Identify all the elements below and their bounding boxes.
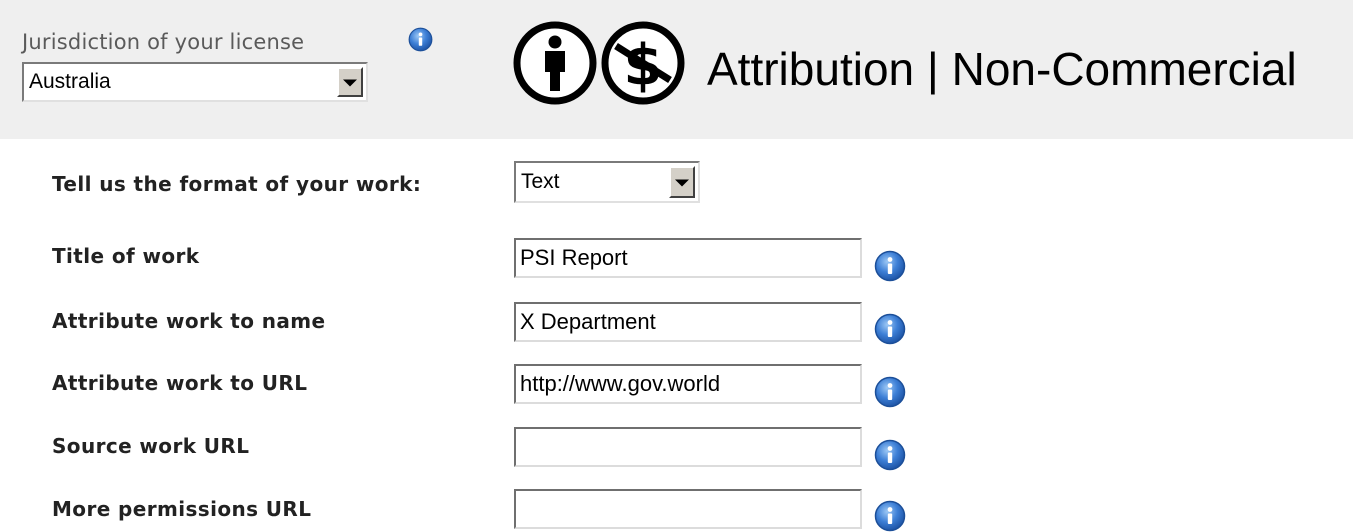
- info-icon[interactable]: [874, 313, 906, 345]
- jurisdiction-select[interactable]: Australia: [22, 62, 368, 102]
- attribution-icon: [513, 21, 597, 105]
- info-icon[interactable]: [874, 500, 906, 532]
- info-icon[interactable]: [874, 439, 906, 471]
- source-url-label: Source work URL: [52, 434, 250, 458]
- license-icons: $: [513, 21, 685, 105]
- format-select[interactable]: Text: [514, 161, 700, 203]
- format-label: Tell us the format of your work:: [52, 172, 422, 196]
- jurisdiction-label: Jurisdiction of your license: [22, 30, 305, 54]
- license-header: Jurisdiction of your license Australia $…: [0, 0, 1353, 139]
- jurisdiction-value: Australia: [29, 70, 111, 93]
- attribute-url-label: Attribute work to URL: [52, 371, 308, 395]
- more-permissions-label: More permissions URL: [52, 497, 312, 521]
- more-permissions-input[interactable]: [514, 489, 862, 529]
- attribute-name-label: Attribute work to name: [52, 309, 326, 333]
- title-input[interactable]: PSI Report: [514, 238, 862, 278]
- non-commercial-icon: $: [601, 21, 685, 105]
- chevron-down-icon[interactable]: [669, 166, 695, 198]
- chevron-down-icon[interactable]: [337, 67, 363, 97]
- attribute-name-input[interactable]: X Department: [514, 302, 862, 342]
- info-icon[interactable]: [874, 250, 906, 282]
- info-icon[interactable]: [408, 27, 433, 52]
- title-label: Title of work: [52, 244, 200, 268]
- license-title: Attribution | Non-Commercial: [707, 43, 1297, 95]
- attribute-url-input[interactable]: http://www.gov.world: [514, 364, 862, 404]
- source-url-input[interactable]: [514, 427, 862, 467]
- info-icon[interactable]: [874, 376, 906, 408]
- format-value: Text: [521, 170, 560, 193]
